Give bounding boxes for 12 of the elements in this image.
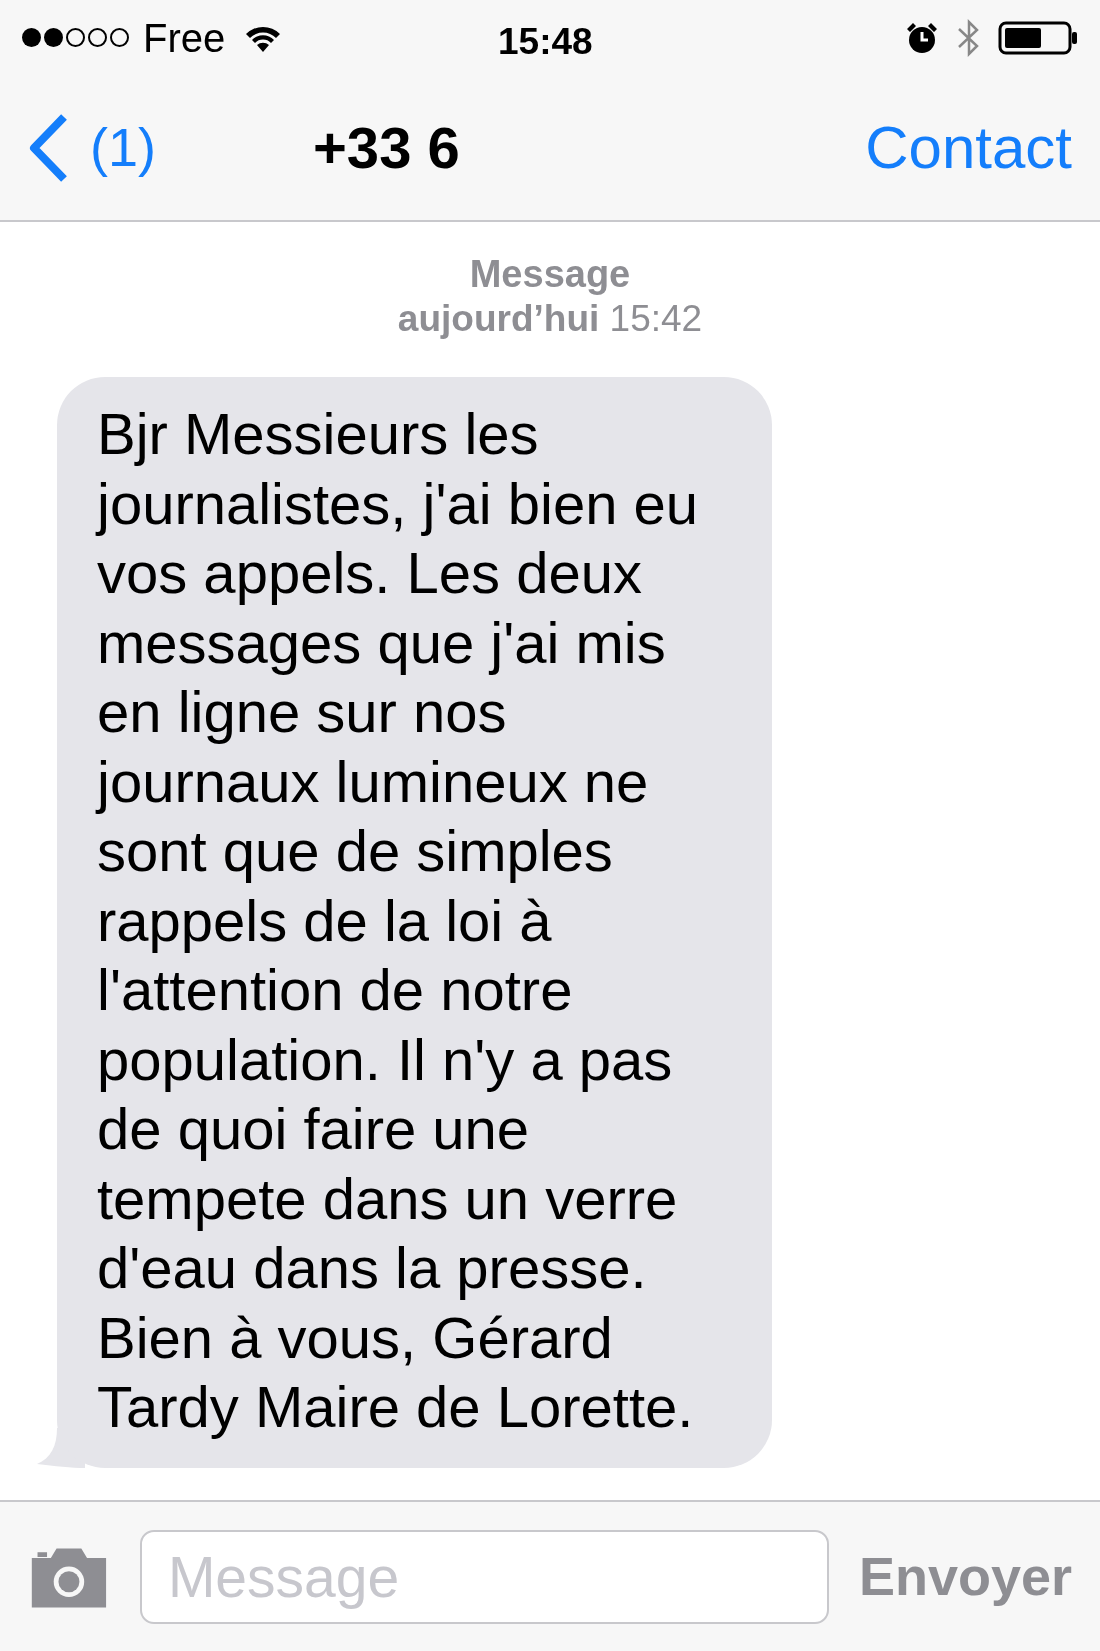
message-bubble: Bjr Messieurs les journalistes, j'ai bien eu vos appels. Les deux messages que j'ai mis en ligne sur nos journaux lumineux ne sont que de simples rappels de la loi à l'attention de notre population. Il n'y a pas de quoi faire une tempete dans un verre d'eau dans la presse. Bien à vous, Gérard Tardy Maire de Lorette. [57, 377, 772, 1468]
battery-icon [998, 19, 1078, 56]
contact-number-title: +33 6 [313, 114, 460, 182]
back-button[interactable]: (1) [26, 107, 156, 188]
message-input-field[interactable]: Message [139, 1529, 829, 1624]
send-button[interactable]: Envoyer [858, 1536, 1072, 1617]
carrier-name: Free [143, 14, 226, 62]
message-timestamp: aujourd’hui 15:42 [397, 297, 703, 341]
signal-strength-icon [22, 28, 129, 47]
conversation-label: Message [469, 252, 631, 296]
contact-button[interactable]: Contact [865, 102, 1074, 193]
clock-time: 15:48 [498, 20, 593, 64]
